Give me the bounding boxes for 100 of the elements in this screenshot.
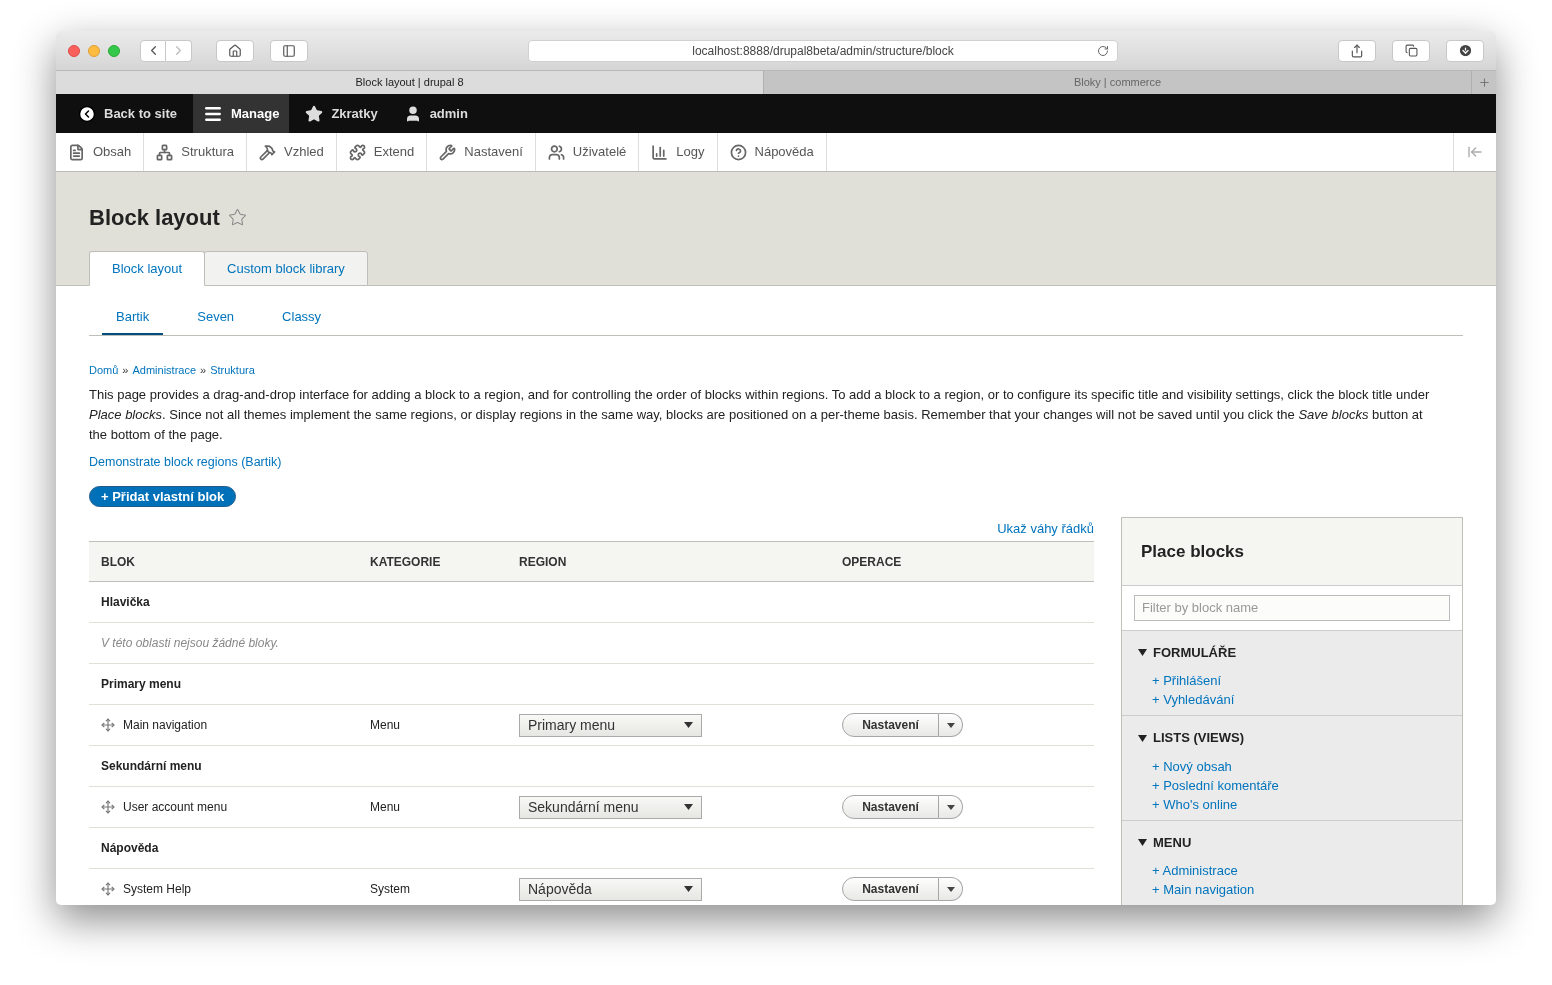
toolbar-item[interactable]: Manage: [193, 94, 290, 133]
dropdown-toggle[interactable]: [939, 877, 963, 902]
share-icon: [1350, 43, 1364, 58]
browser-tab[interactable]: Block layout | drupal 8: [56, 71, 764, 94]
toolbar-item[interactable]: admin: [393, 94, 478, 133]
place-block-link[interactable]: + Who's online: [1152, 794, 1238, 814]
region-select[interactable]: Nápověda: [519, 877, 702, 901]
block-name: System Help: [123, 881, 192, 899]
star-icon: [305, 104, 324, 123]
category-title: FORMULÁŘE: [1153, 643, 1237, 662]
region-label: Nápověda: [101, 840, 159, 858]
caret-icon: [946, 804, 955, 810]
region-select[interactable]: Sekundární menu: [519, 795, 702, 819]
drag-handle[interactable]: [101, 718, 115, 733]
sidebar-button[interactable]: [270, 39, 308, 62]
region-select[interactable]: Primary menu: [519, 713, 702, 737]
region-label: Sekundární menu: [101, 758, 202, 776]
filter-field[interactable]: Filter by block name: [1134, 594, 1450, 621]
back-button[interactable]: [140, 39, 166, 62]
collapse-icon: [1467, 144, 1483, 160]
home-button[interactable]: [216, 39, 254, 62]
column-header: REGION: [519, 553, 568, 571]
admin-menu-item[interactable]: Nastavení: [427, 133, 536, 171]
admin-menu-item[interactable]: Struktura: [144, 133, 248, 171]
settings-button[interactable]: Nastavení: [842, 713, 939, 738]
share-button[interactable]: [1338, 39, 1376, 62]
reload-icon[interactable]: [1097, 44, 1109, 57]
primary-tab[interactable]: Custom block library: [204, 251, 368, 286]
primary-tab[interactable]: Block layout: [89, 251, 206, 286]
puzzle-icon: [348, 143, 366, 161]
admin-menu-item[interactable]: Extend: [336, 133, 428, 171]
plus-icon: [1477, 76, 1491, 89]
settings-button[interactable]: Nastavení: [842, 795, 939, 820]
drag-handle[interactable]: [101, 882, 115, 897]
theme-tab[interactable]: Seven: [183, 307, 249, 335]
home-icon: [228, 43, 242, 58]
block-category: System: [370, 881, 410, 899]
column-header: OPERACE: [842, 553, 903, 571]
place-block-link[interactable]: + Administrace: [1152, 861, 1238, 881]
document-icon: [68, 143, 85, 161]
place-block-link[interactable]: + Main navigation: [1152, 880, 1255, 900]
close-window-button[interactable]: [68, 44, 80, 57]
settings-button[interactable]: Nastavení: [842, 877, 939, 902]
region-label: Primary menu: [101, 676, 182, 694]
breadcrumb-separator: »: [200, 362, 207, 378]
block-name: Main navigation: [123, 717, 208, 735]
theme-tab[interactable]: Classy: [268, 307, 336, 335]
panel-title: Place blocks: [1141, 540, 1244, 563]
star-icon[interactable]: [227, 207, 247, 227]
breadcrumb-link[interactable]: Administrace: [132, 361, 197, 378]
dropdown-arrow-icon: [684, 804, 693, 811]
new-tab-button[interactable]: [1472, 71, 1496, 94]
users-icon: [547, 143, 565, 161]
demonstrate-regions-link[interactable]: Demonstrate block regions (Bartik): [89, 453, 282, 472]
toolbar-item[interactable]: Zkratky: [295, 94, 388, 133]
admin-menu-item[interactable]: Obsah: [56, 133, 145, 171]
help-icon: [729, 143, 747, 161]
dropdown-arrow-icon: [684, 886, 693, 893]
page-description: This page provides a drag-and-drop interface for adding a block to a region, and for controlling the order of blocks within regions. To add a block to a region, or to configure its specific title and visibility settings, click the block title under Place blocks. Since not all themes implement the same regions, or display regions in the same way, blocks are positioned on a per-theme basis. Remember that your changes will not be saved until you click the Save blocks button at the bottom of the page.: [89, 386, 1431, 444]
block-category: Menu: [370, 717, 401, 735]
bar-chart-icon: [651, 143, 669, 161]
caret-icon: [946, 886, 955, 892]
hammer-icon: [259, 143, 277, 161]
wrench-icon: [439, 143, 457, 161]
breadcrumb-link[interactable]: Struktura: [210, 361, 255, 378]
caret-icon: [946, 722, 955, 728]
caret-icon[interactable]: [1138, 838, 1147, 847]
region-label: Hlavička: [101, 594, 150, 612]
category-title: MENU: [1153, 833, 1192, 852]
caret-icon[interactable]: [1138, 733, 1147, 743]
toolbar-item[interactable]: Back to site: [68, 94, 187, 133]
admin-menu-item[interactable]: Uživatelé: [535, 133, 640, 171]
add-block-button[interactable]: + Přidat vlastní blok: [89, 485, 237, 507]
place-block-link[interactable]: + Vyhledávání: [1152, 690, 1235, 710]
category-title: LISTS (VIEWS): [1153, 729, 1244, 748]
admin-menu-item[interactable]: Nápověda: [717, 133, 827, 171]
download-icon: [1457, 43, 1473, 58]
place-block-link[interactable]: + Přihlášení: [1152, 671, 1221, 691]
dropdown-arrow-icon: [684, 722, 693, 729]
downloads-button[interactable]: [1446, 39, 1484, 62]
admin-menu-item[interactable]: Vzhled: [247, 133, 337, 171]
admin-menu-item[interactable]: Logy: [639, 133, 718, 171]
breadcrumb-separator: »: [122, 362, 129, 378]
caret-icon[interactable]: [1138, 648, 1147, 657]
place-block-link[interactable]: + Nový obsah: [1152, 756, 1232, 776]
dropdown-toggle[interactable]: [939, 795, 963, 820]
address-bar[interactable]: localhost:8888/drupal8beta/admin/structure/block: [528, 39, 1118, 62]
block-category: Menu: [370, 799, 401, 817]
sidebar-icon: [282, 43, 296, 58]
empty-message: V této oblasti nejsou žádné bloky.: [101, 635, 279, 653]
drag-handle[interactable]: [101, 800, 115, 815]
breadcrumb-link[interactable]: Domů: [89, 361, 119, 378]
theme-tab[interactable]: Bartik: [102, 307, 164, 335]
tabs-button[interactable]: [1392, 39, 1430, 62]
place-block-link[interactable]: + Poslední komentáře: [1152, 775, 1279, 795]
show-weights-link[interactable]: Ukaž váhy řádků: [997, 518, 1094, 539]
dropdown-toggle[interactable]: [939, 713, 963, 738]
block-name: User account menu: [123, 799, 228, 817]
column-header: BLOK: [101, 553, 136, 571]
tabs-icon: [1404, 44, 1418, 57]
